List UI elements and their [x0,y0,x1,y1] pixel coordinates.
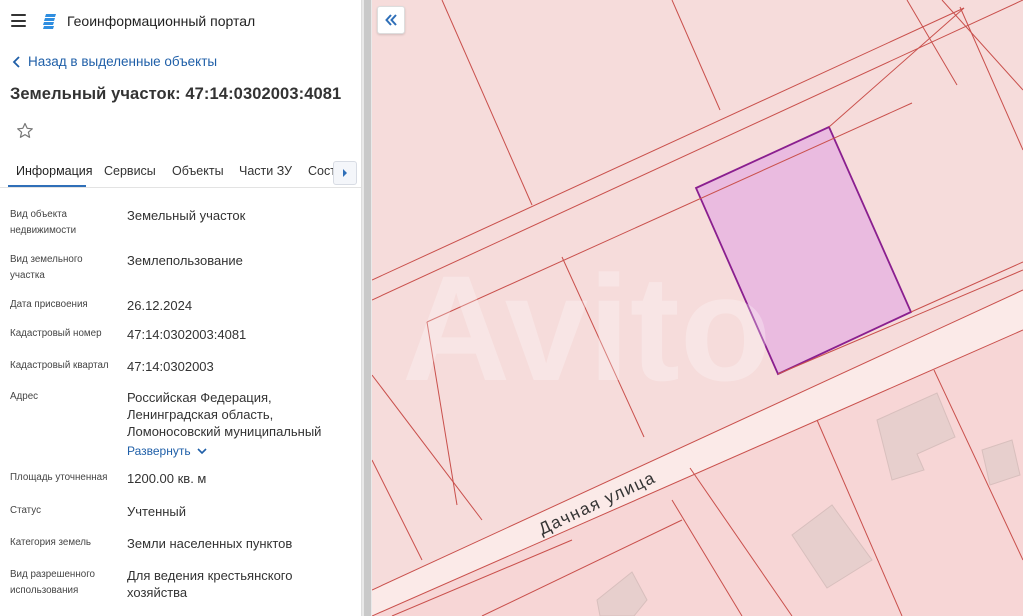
tab-info[interactable]: Информация [16,164,93,178]
map-canvas[interactable]: Avito Дачная улица [372,0,1023,616]
active-tab-indicator [8,185,86,187]
tabs-scroll-button[interactable] [333,161,357,185]
chevron-left-icon [12,55,20,68]
tab-bar: Информация Сервисы Объекты Части ЗУ Сост… [0,156,361,188]
watermark-text: Avito [402,244,771,412]
app-header: Геоинформационный портал [0,0,361,42]
tab-parts[interactable]: Части ЗУ [239,164,292,178]
layers-logo-icon [43,14,56,29]
property-value: Для ведения крестьянского хозяйства [127,568,293,600]
expand-address-link[interactable]: Развернуть [127,443,207,460]
chevron-right-icon [343,169,347,177]
back-link[interactable]: Назад в выделенные объекты [12,54,217,69]
menu-icon[interactable] [11,14,26,27]
cadastral-map[interactable]: Avito Дачная улица [372,0,1023,616]
app-title: Геоинформационный портал [67,13,256,29]
property-label: Категория земель [10,537,92,548]
property-value: 1200.00 кв. м [127,471,207,486]
scrollbar-thumb[interactable] [364,0,371,616]
expand-label: Развернуть [127,444,191,458]
property-label: Вид разрешенного использования [10,569,96,596]
property-label: Статус [10,505,41,516]
property-label: Кадастровый квартал [10,360,109,371]
property-value: Учтенный [127,504,187,519]
property-value: Земли населенных пунктов [127,536,293,551]
property-label: Адрес [10,391,39,402]
property-label: Площадь уточненная [10,472,108,483]
property-value: 47:14:0302003 [127,359,214,374]
property-label: Кадастровый номер [10,328,102,339]
chevron-down-icon [197,448,207,455]
panel-scrollbar[interactable] [361,0,372,616]
star-outline-icon[interactable] [15,121,35,141]
property-value: Земельный участок [127,208,246,223]
tab-services[interactable]: Сервисы [104,164,156,178]
property-value: 26.12.2024 [127,298,193,313]
property-value: Российская Федерация, Ленинградская обла… [127,390,322,439]
tab-objects[interactable]: Объекты [172,164,224,178]
property-label: Вид объекта недвижимости [10,209,77,236]
property-value: Землепользование [127,253,243,268]
double-chevron-left-icon [385,14,397,26]
collapse-panel-button[interactable] [377,6,405,34]
property-value: 47:14:0302003:4081 [127,327,247,342]
back-link-label: Назад в выделенные объекты [28,54,218,69]
info-panel: Геоинформационный портал Назад в выделен… [0,0,361,616]
object-title: Земельный участок: 47:14:0302003:4081 [10,85,342,103]
property-label: Дата присвоения [10,299,88,310]
address-expand-wrap: Развернуть [127,442,357,460]
property-label: Вид земельного участка [10,254,83,281]
